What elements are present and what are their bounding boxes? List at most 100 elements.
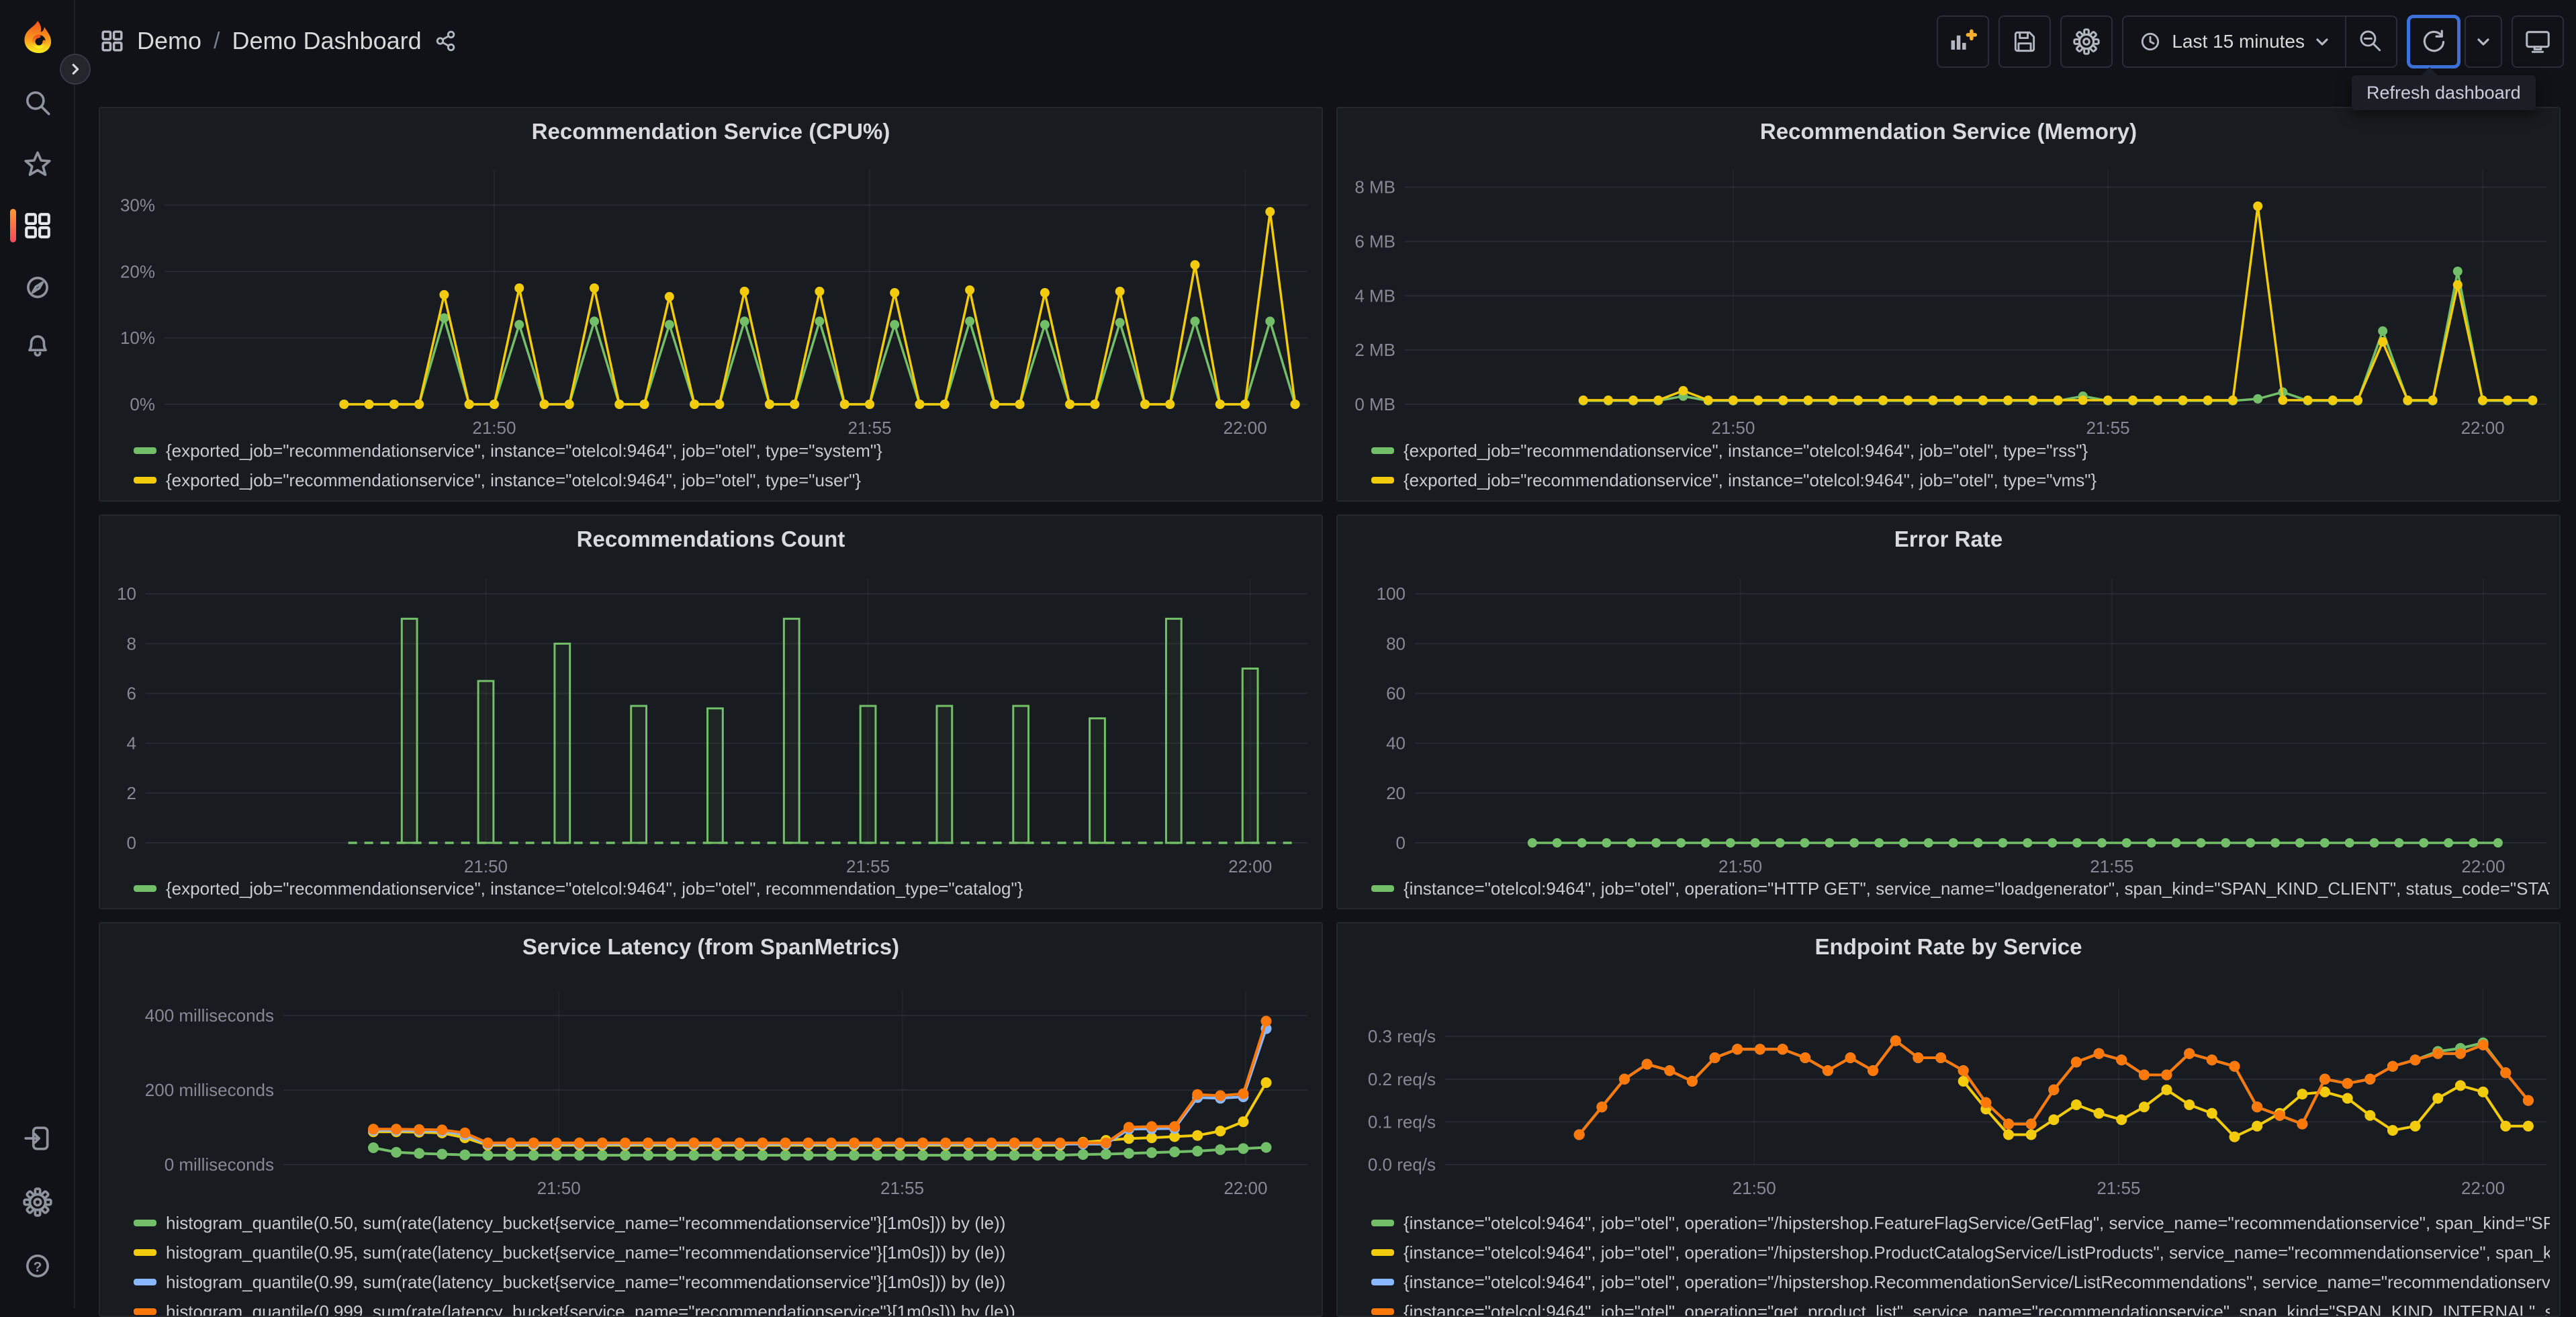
legend-item[interactable]: {instance="otelcol:9464", job="otel", op… bbox=[1371, 1238, 2550, 1267]
sign-in-icon[interactable] bbox=[22, 1123, 53, 1154]
clock-icon bbox=[2138, 30, 2162, 54]
legend-item[interactable]: histogram_quantile(0.95, sum(rate(latenc… bbox=[134, 1238, 1312, 1267]
zoom-out-button[interactable] bbox=[2346, 17, 2396, 66]
svg-text:21:55: 21:55 bbox=[2097, 1178, 2140, 1198]
svg-text:100: 100 bbox=[1377, 584, 1406, 604]
legend-swatch bbox=[1371, 477, 1394, 484]
breadcrumb-section[interactable]: Demo bbox=[137, 27, 201, 55]
legend-item[interactable]: {exported_job="recommendationservice", i… bbox=[134, 436, 1312, 465]
svg-text:80: 80 bbox=[1386, 633, 1406, 653]
svg-text:0.1 req/s: 0.1 req/s bbox=[1368, 1111, 1436, 1132]
save-button[interactable] bbox=[1998, 15, 2051, 68]
legend-item[interactable]: histogram_quantile(0.999, sum(rate(laten… bbox=[134, 1297, 1312, 1317]
panel-title[interactable]: Recommendation Service (CPU%) bbox=[100, 119, 1322, 144]
legend-label: {instance="otelcol:9464", job="otel", op… bbox=[1404, 1302, 2550, 1317]
legend-label: {instance="otelcol:9464", job="otel", op… bbox=[1404, 1272, 2550, 1293]
svg-text:0: 0 bbox=[1396, 833, 1406, 853]
legend-label: histogram_quantile(0.50, sum(rate(latenc… bbox=[166, 1213, 1005, 1234]
svg-text:22:00: 22:00 bbox=[1224, 418, 1267, 438]
refresh-button[interactable] bbox=[2407, 15, 2460, 69]
svg-text:0 MB: 0 MB bbox=[1354, 394, 1395, 414]
grafana-logo-icon[interactable] bbox=[17, 19, 58, 60]
alerting-icon[interactable] bbox=[22, 330, 53, 361]
legend-label: {exported_job="recommendationservice", i… bbox=[1404, 441, 2088, 461]
breadcrumb-separator: / bbox=[214, 28, 220, 54]
svg-text:10%: 10% bbox=[120, 328, 155, 348]
search-icon[interactable] bbox=[22, 87, 53, 118]
add-panel-button[interactable] bbox=[1937, 15, 1989, 68]
time-range-label: Last 15 minutes bbox=[2172, 31, 2305, 52]
legend-swatch bbox=[1371, 447, 1394, 454]
svg-text:400 milliseconds: 400 milliseconds bbox=[145, 1005, 274, 1026]
dashboards-icon[interactable] bbox=[22, 210, 53, 241]
svg-text:20: 20 bbox=[1386, 783, 1406, 803]
legend-item[interactable]: {instance="otelcol:9464", job="otel", op… bbox=[1371, 1267, 2550, 1297]
starred-icon[interactable] bbox=[22, 149, 53, 180]
svg-text:22:00: 22:00 bbox=[2461, 1178, 2505, 1198]
tooltip-text: Refresh dashboard bbox=[2366, 83, 2521, 103]
apps-grid-icon bbox=[99, 28, 125, 54]
legend-label: histogram_quantile(0.99, sum(rate(latenc… bbox=[166, 1272, 1005, 1293]
help-icon[interactable]: ? bbox=[22, 1251, 53, 1281]
panel-title[interactable]: Recommendations Count bbox=[100, 527, 1322, 552]
svg-text:200 milliseconds: 200 milliseconds bbox=[145, 1080, 274, 1100]
svg-text:21:55: 21:55 bbox=[2086, 418, 2129, 438]
tv-mode-button[interactable] bbox=[2512, 15, 2564, 68]
legend: {instance="otelcol:9464", job="otel", op… bbox=[1371, 1208, 2550, 1317]
svg-text:?: ? bbox=[34, 1259, 42, 1275]
legend-item[interactable]: {exported_job="recommendationservice", i… bbox=[1371, 465, 2550, 495]
refresh-interval-dropdown[interactable] bbox=[2465, 15, 2502, 68]
legend-swatch bbox=[1371, 1249, 1394, 1256]
legend: histogram_quantile(0.50, sum(rate(latenc… bbox=[134, 1208, 1312, 1317]
legend-swatch bbox=[1371, 885, 1394, 892]
svg-text:0: 0 bbox=[127, 833, 136, 853]
svg-text:21:55: 21:55 bbox=[880, 1178, 924, 1198]
panel-title[interactable]: Error Rate bbox=[1338, 527, 2559, 552]
legend-label: {exported_job="recommendationservice", i… bbox=[166, 441, 882, 461]
legend-item[interactable]: {exported_job="recommendationservice", i… bbox=[1371, 436, 2550, 465]
svg-text:10: 10 bbox=[117, 584, 136, 604]
svg-text:22:00: 22:00 bbox=[1224, 1178, 1267, 1198]
legend-swatch bbox=[134, 1279, 156, 1285]
legend-label: {exported_job="recommendationservice", i… bbox=[1404, 470, 2097, 491]
svg-text:0.3 req/s: 0.3 req/s bbox=[1368, 1026, 1436, 1046]
legend-label: {exported_job="recommendationservice", i… bbox=[166, 470, 861, 491]
time-range-picker[interactable]: Last 15 minutes bbox=[2123, 17, 2345, 66]
time-picker-group: Last 15 minutes bbox=[2122, 15, 2397, 68]
time-series-chart[interactable]: 21:5021:5522:00020406080100 bbox=[1338, 516, 2561, 909]
dashboard-settings-button[interactable] bbox=[2060, 15, 2113, 68]
explore-icon[interactable] bbox=[22, 272, 53, 303]
legend-label: {instance="otelcol:9464", job="otel", op… bbox=[1404, 1213, 2550, 1234]
settings-gear-icon[interactable] bbox=[22, 1187, 53, 1218]
legend-item[interactable]: histogram_quantile(0.99, sum(rate(latenc… bbox=[134, 1267, 1312, 1297]
svg-text:20%: 20% bbox=[120, 261, 155, 281]
panel-service-latency: 21:5021:5522:000 milliseconds200 millise… bbox=[99, 922, 1323, 1317]
panel-title[interactable]: Recommendation Service (Memory) bbox=[1338, 119, 2559, 144]
svg-text:4 MB: 4 MB bbox=[1354, 285, 1395, 306]
share-alt-icon[interactable] bbox=[434, 30, 458, 52]
svg-text:0.0 req/s: 0.0 req/s bbox=[1368, 1154, 1436, 1175]
svg-text:0%: 0% bbox=[130, 394, 155, 414]
svg-text:0.2 req/s: 0.2 req/s bbox=[1368, 1069, 1436, 1089]
panel-title[interactable]: Service Latency (from SpanMetrics) bbox=[100, 934, 1322, 960]
legend-item[interactable]: histogram_quantile(0.50, sum(rate(latenc… bbox=[134, 1208, 1312, 1238]
svg-text:21:50: 21:50 bbox=[1733, 1178, 1776, 1198]
breadcrumb-page-title[interactable]: Demo Dashboard bbox=[232, 27, 421, 55]
panel-title[interactable]: Endpoint Rate by Service bbox=[1338, 934, 2559, 960]
panel-recommendations-count: 21:5021:5522:000246810 Recommendations C… bbox=[99, 514, 1323, 909]
panel-error-rate: 21:5021:5522:00020406080100 Error Rate {… bbox=[1336, 514, 2561, 909]
legend-item[interactable]: {instance="otelcol:9464", job="otel", op… bbox=[1371, 1297, 2550, 1317]
legend-item[interactable]: {exported_job="recommendationservice", i… bbox=[134, 465, 1312, 495]
legend-item[interactable]: {instance="otelcol:9464", job="otel", op… bbox=[1371, 874, 2550, 903]
svg-text:21:50: 21:50 bbox=[1711, 418, 1755, 438]
legend-swatch bbox=[1371, 1308, 1394, 1315]
svg-text:21:55: 21:55 bbox=[848, 418, 892, 438]
legend-label: histogram_quantile(0.95, sum(rate(latenc… bbox=[166, 1242, 1005, 1263]
bar-chart[interactable]: 21:5021:5522:000246810 bbox=[100, 516, 1323, 909]
legend-item[interactable]: {exported_job="recommendationservice", i… bbox=[134, 874, 1312, 903]
svg-text:6 MB: 6 MB bbox=[1354, 232, 1395, 252]
svg-text:21:50: 21:50 bbox=[472, 418, 516, 438]
legend-item[interactable]: {instance="otelcol:9464", job="otel", op… bbox=[1371, 1208, 2550, 1238]
svg-text:21:50: 21:50 bbox=[537, 1178, 581, 1198]
panel-recommendation-cpu: 21:5021:5522:000%10%20%30% Recommendatio… bbox=[99, 107, 1323, 502]
